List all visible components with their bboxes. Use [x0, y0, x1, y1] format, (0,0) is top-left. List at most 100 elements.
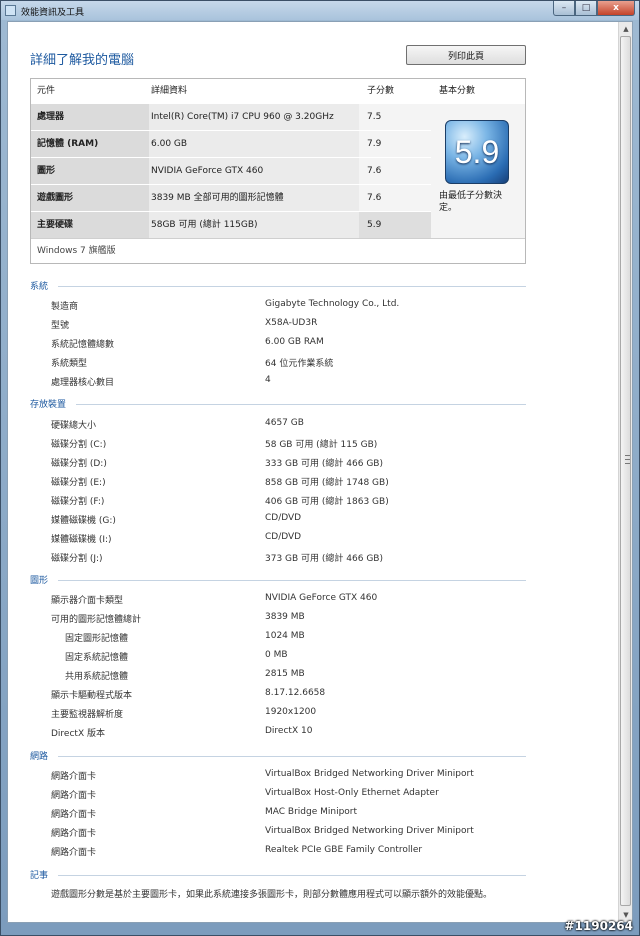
info-label: 硬碟總大小: [51, 421, 97, 431]
scroll-up-arrow-icon[interactable]: ▲: [619, 22, 632, 36]
info-label: 顯示卡驅動程式版本: [51, 691, 133, 701]
scrollbar-thumb[interactable]: [620, 36, 631, 906]
table-row: 記憶體 (RAM) 6.00 GB 7.9: [31, 131, 431, 157]
info-label: 共用系統記憶體: [65, 672, 129, 682]
info-label: 媒體磁碟機 (G:): [51, 516, 116, 526]
score-summary-table: 元件 詳細資料 子分數 基本分數 處理器 Intel(R) Core(TM) i…: [30, 78, 526, 264]
component-subscore: 7.6: [359, 158, 431, 184]
info-value: Realtek PCIe GBE Family Controller: [265, 845, 423, 855]
close-button[interactable]: x: [597, 1, 635, 16]
info-value: 2815 MB: [265, 669, 305, 679]
component-details: 58GB 可用 (總計 115GB): [149, 212, 359, 238]
section-title-network: 網路: [30, 752, 49, 762]
section-divider: [76, 404, 526, 405]
window-app-icon: [5, 5, 16, 16]
info-label: 媒體磁碟機 (I:): [51, 535, 112, 545]
component-details: 3839 MB 全部可用的圖形記憶體: [149, 185, 359, 211]
maximize-button[interactable]: □: [575, 1, 597, 16]
info-value: 8.17.12.6658: [265, 688, 326, 698]
info-label: 固定圖形記憶體: [65, 634, 129, 644]
title-bar[interactable]: 效能資訊及工具 – □ x: [1, 1, 639, 20]
page-title: 詳細了解我的電腦: [30, 53, 135, 68]
section-title-storage: 存放裝置: [30, 400, 67, 410]
section-title-system: 系統: [30, 282, 49, 292]
image-watermark: #1190264: [564, 919, 633, 933]
info-label: 製造商: [51, 302, 79, 312]
window-controls: – □ x: [553, 1, 635, 16]
component-details: Intel(R) Core(TM) i7 CPU 960 @ 3.20GHz: [149, 104, 359, 130]
component-subscore: 5.9: [359, 212, 431, 238]
base-score-panel: 5.9 由最低子分數決定。: [431, 104, 525, 238]
info-label: 型號: [51, 321, 70, 331]
section-divider: [58, 875, 526, 876]
scrollbar-grip-icon: [625, 455, 630, 464]
component-details: 6.00 GB: [149, 131, 359, 157]
info-value: 373 GB 可用 (總計 466 GB): [265, 554, 383, 564]
info-label: 系統類型: [51, 359, 88, 369]
info-value: 64 位元作業系統: [265, 359, 334, 369]
info-value: Gigabyte Technology Co., Ltd.: [265, 299, 400, 309]
info-value: X58A-UD3R: [265, 318, 318, 328]
print-page-button[interactable]: 列印此頁: [406, 45, 526, 65]
info-value: VirtualBox Host-Only Ethernet Adapter: [265, 788, 439, 798]
info-value: CD/DVD: [265, 532, 302, 542]
app-window: 效能資訊及工具 – □ x 詳細了解我的電腦 列印此頁 元件 詳細資料 子分數 …: [0, 0, 640, 936]
component-name: 處理器: [31, 104, 149, 130]
table-row: 主要硬碟 58GB 可用 (總計 115GB) 5.9: [31, 212, 431, 238]
base-score-badge: 5.9: [445, 120, 509, 184]
info-value: 6.00 GB RAM: [265, 337, 324, 347]
col-header-component: 元件: [37, 86, 56, 96]
component-name: 主要硬碟: [31, 212, 149, 238]
col-header-details: 詳細資料: [151, 86, 188, 96]
info-label: DirectX 版本: [51, 729, 105, 739]
info-value: CD/DVD: [265, 513, 302, 523]
info-value: MAC Bridge Miniport: [265, 807, 358, 817]
info-label: 網路介面卡: [51, 772, 97, 782]
base-score-note: 由最低子分數決定。: [439, 191, 503, 213]
info-label: 磁碟分割 (E:): [51, 478, 106, 488]
info-value: DirectX 10: [265, 726, 313, 736]
windows-edition: Windows 7 旗艦版: [31, 238, 525, 263]
info-value: 858 GB 可用 (總計 1748 GB): [265, 478, 389, 488]
section-divider: [58, 286, 526, 287]
component-subscore: 7.9: [359, 131, 431, 157]
component-name: 記憶體 (RAM): [31, 131, 149, 157]
info-value: VirtualBox Bridged Networking Driver Min…: [265, 769, 474, 779]
info-label: 網路介面卡: [51, 848, 97, 858]
info-label: 固定系統記憶體: [65, 653, 129, 663]
info-label: 磁碟分割 (F:): [51, 497, 105, 507]
info-value: 1920x1200: [265, 707, 317, 717]
notes-text: 遊戲圖形分數是基於主要圖形卡，如果此系統連接多張圖形卡，則部分數體應用程式可以顯…: [51, 890, 493, 900]
info-value: NVIDIA GeForce GTX 460: [265, 593, 378, 603]
info-label: 磁碟分割 (J:): [51, 554, 103, 564]
info-value: 4: [265, 375, 271, 385]
vertical-scrollbar[interactable]: ▲ ▼: [618, 22, 632, 922]
component-name: 遊戲圖形: [31, 185, 149, 211]
section-divider: [58, 756, 526, 757]
info-label: 主要監視器解析度: [51, 710, 124, 720]
info-label: 處理器核心數目: [51, 378, 115, 388]
content-pane: 詳細了解我的電腦 列印此頁 元件 詳細資料 子分數 基本分數 處理器 Intel…: [7, 21, 633, 923]
table-row: 圖形 NVIDIA GeForce GTX 460 7.6: [31, 158, 431, 184]
table-row: 處理器 Intel(R) Core(TM) i7 CPU 960 @ 3.20G…: [31, 104, 431, 130]
component-name: 圖形: [31, 158, 149, 184]
section-title-graphics: 圖形: [30, 576, 49, 586]
info-value: 58 GB 可用 (總計 115 GB): [265, 440, 378, 450]
section-title-notes: 記事: [30, 871, 49, 881]
table-row: 遊戲圖形 3839 MB 全部可用的圖形記憶體 7.6: [31, 185, 431, 211]
info-label: 網路介面卡: [51, 810, 97, 820]
info-label: 網路介面卡: [51, 829, 97, 839]
component-subscore: 7.6: [359, 185, 431, 211]
info-value: 406 GB 可用 (總計 1863 GB): [265, 497, 389, 507]
section-divider: [58, 580, 526, 581]
info-value: 0 MB: [265, 650, 288, 660]
window-title: 效能資訊及工具: [21, 8, 85, 18]
info-label: 系統記憶體總數: [51, 340, 115, 350]
minimize-button[interactable]: –: [553, 1, 575, 16]
info-value: 333 GB 可用 (總計 466 GB): [265, 459, 383, 469]
info-label: 可用的圖形記憶體總計: [51, 615, 142, 625]
col-header-base-score: 基本分數: [439, 86, 476, 96]
col-header-subscore: 子分數: [367, 86, 395, 96]
info-label: 顯示器介面卡類型: [51, 596, 124, 606]
info-value: VirtualBox Bridged Networking Driver Min…: [265, 826, 474, 836]
